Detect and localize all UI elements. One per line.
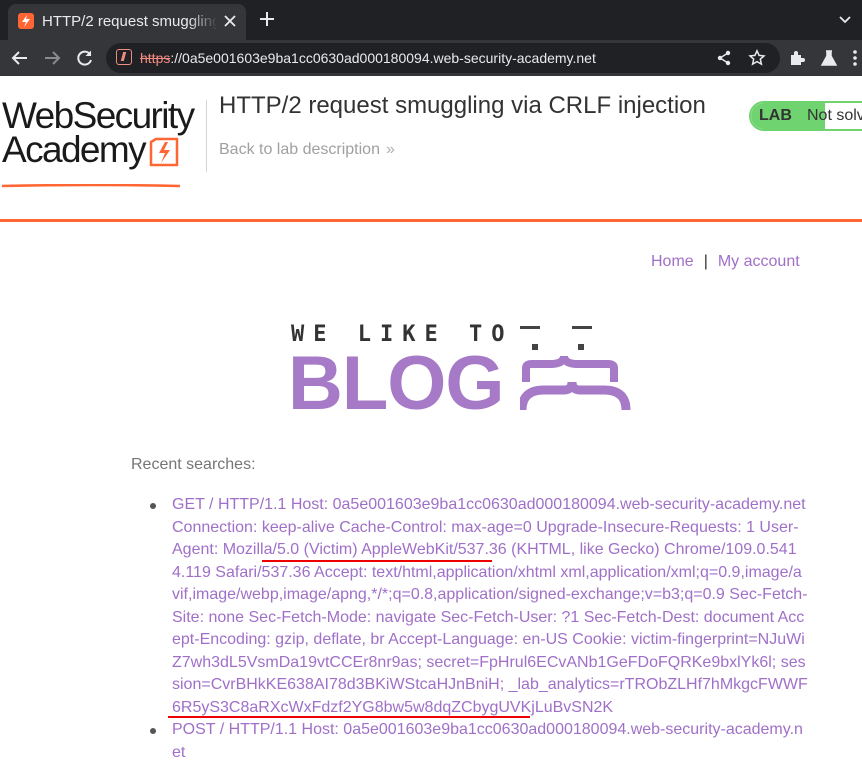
recent-searches-title: Recent searches:: [131, 456, 256, 473]
more-menu-icon[interactable]: [846, 49, 862, 67]
header-rule: [0, 219, 862, 222]
reload-icon[interactable]: [76, 49, 94, 67]
double-chevron-right-icon: »: [385, 141, 395, 158]
url-text[interactable]: https://0a5e001603e9ba1cc0630ad000180094…: [140, 50, 596, 66]
list-item[interactable]: GET / HTTP/1.1 Host: 0a5e001603e9ba1cc06…: [148, 494, 808, 719]
top-nav: Home | My account: [651, 253, 800, 271]
logo-underline: [2, 184, 180, 188]
bullet-icon: [150, 728, 156, 734]
not-secure-icon[interactable]: [116, 49, 132, 65]
user-agent-red-underline: [262, 560, 492, 562]
lab-badge-status: Not solved: [807, 107, 862, 124]
blog-face-icon: [520, 326, 631, 411]
back-arrow-icon[interactable]: [11, 49, 29, 67]
blog-wordmark: BLOG: [288, 341, 505, 426]
forward-arrow-icon[interactable]: [43, 49, 61, 67]
lab-title: HTTP/2 request smuggling via CRLF inject…: [219, 92, 706, 119]
bullet-icon: [150, 503, 156, 509]
extensions-puzzle-icon[interactable]: [788, 49, 806, 67]
recent-searches-list: GET / HTTP/1.1 Host: 0a5e001603e9ba1cc06…: [148, 494, 808, 764]
labs-flask-icon[interactable]: [820, 49, 838, 67]
browser-toolbar: https://0a5e001603e9ba1cc0630ad000180094…: [0, 40, 862, 76]
bookmark-star-icon[interactable]: [748, 49, 766, 67]
list-item[interactable]: POST / HTTP/1.1 Host: 0a5e001603e9ba1cc0…: [148, 719, 808, 764]
nav-separator: |: [703, 253, 708, 270]
web-security-academy-logo[interactable]: WebSecurity Academy: [2, 96, 202, 188]
close-icon[interactable]: [222, 13, 238, 29]
lab-header: WebSecurity Academy HTTP/2 request smugg…: [0, 76, 862, 222]
my-account-link[interactable]: My account: [718, 253, 800, 270]
browser-tab[interactable]: HTTP/2 request smuggling via CRLF inject…: [8, 4, 246, 40]
home-link[interactable]: Home: [651, 253, 694, 270]
header-divider: [206, 100, 207, 172]
blog-logo: WE LIKE TO BLOG: [288, 322, 648, 426]
share-icon[interactable]: [716, 50, 732, 66]
lab-status-badge: LAB Not solved: [749, 101, 862, 131]
lightning-bolt-icon: [149, 137, 179, 167]
browser-tab-bar: HTTP/2 request smuggling via CRLF inject…: [0, 0, 862, 40]
session-red-underline: [168, 716, 530, 718]
chevron-down-icon[interactable]: [838, 13, 852, 27]
address-bar[interactable]: https://0a5e001603e9ba1cc0630ad000180094…: [106, 43, 780, 73]
back-to-lab-description-link[interactable]: Back to lab description»: [219, 141, 395, 159]
lightning-favicon-icon: [18, 13, 34, 29]
new-tab-plus-icon[interactable]: [258, 10, 276, 28]
